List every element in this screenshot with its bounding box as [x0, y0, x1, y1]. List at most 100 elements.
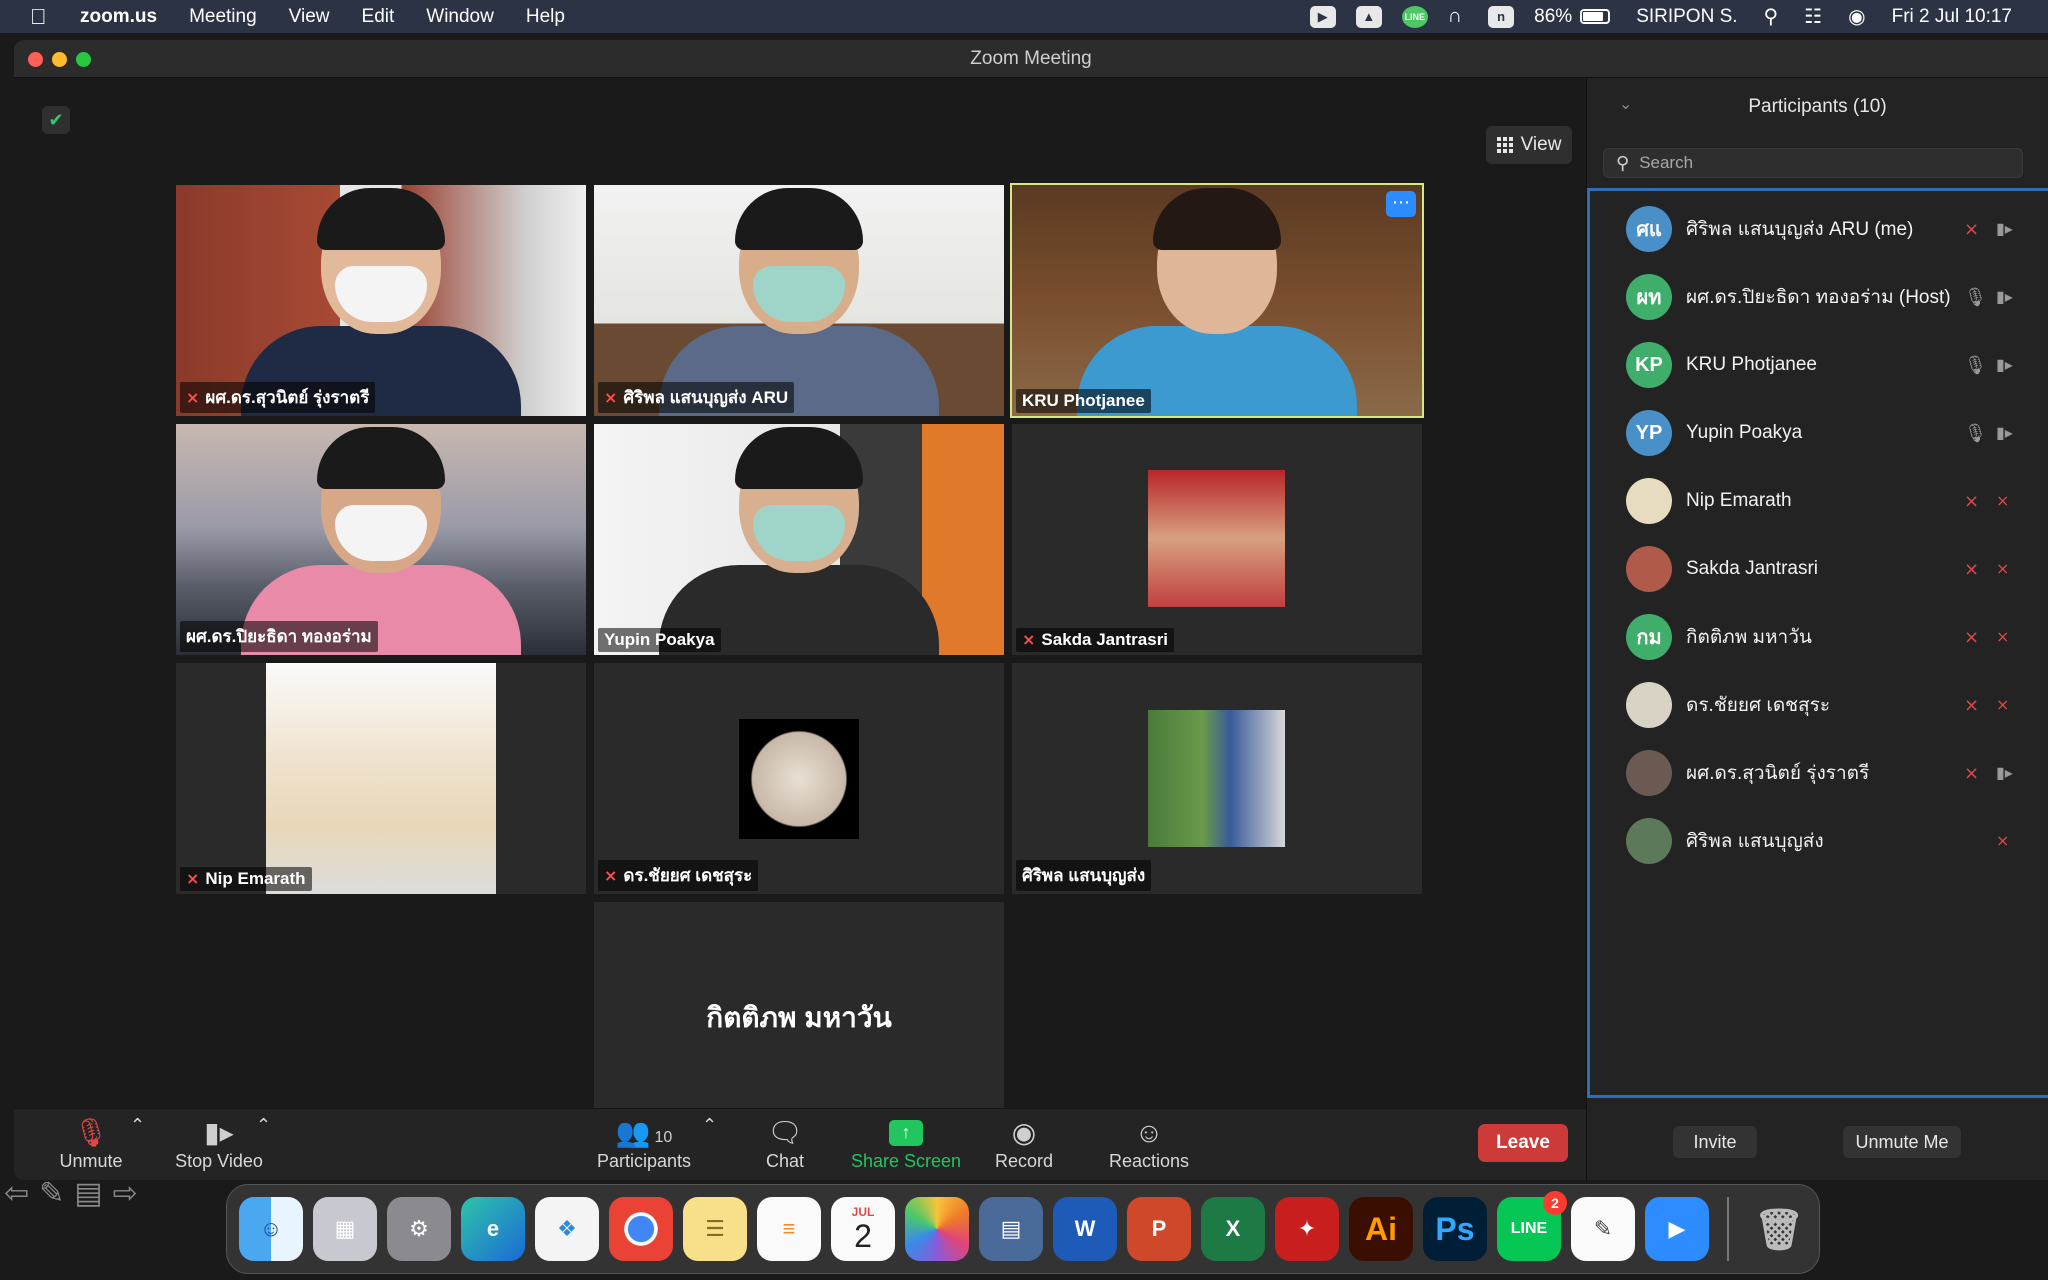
battery-icon[interactable] — [1580, 9, 1611, 24]
search-input[interactable] — [1639, 153, 2000, 173]
video-tile[interactable]: ผศ.ดร.ปิยะธิดา ทองอร่าม — [176, 424, 586, 655]
menu-window[interactable]: Window — [426, 6, 494, 28]
menu-help[interactable]: Help — [526, 6, 565, 28]
video-off-icon[interactable]: ⨯ — [1996, 627, 2009, 647]
participant-row[interactable]: YP Yupin Poakya 🎙 ▮▸ — [1590, 399, 2048, 467]
video-tile[interactable]: ⨯ Nip Emarath — [176, 663, 586, 894]
video-tile[interactable]: ⨯ ดร.ชัยยศ เดชสุระ — [594, 663, 1004, 894]
line-icon[interactable]: LINE 2 — [1497, 1191, 1567, 1261]
excel-icon[interactable]: X — [1201, 1197, 1265, 1261]
chrome-icon[interactable] — [609, 1197, 673, 1261]
mic-icon[interactable]: 🎙 — [1964, 423, 1987, 444]
menu-meeting[interactable]: Meeting — [189, 6, 257, 28]
encryption-shield-icon[interactable]: ✔ — [42, 106, 70, 134]
siri-icon[interactable]: ◉ — [1848, 4, 1865, 29]
participant-row[interactable]: ศแ ศิริพล แสนบุญส่ง ARU (me) ⨯ ▮▸ — [1590, 195, 2048, 263]
unmute-button[interactable]: 🎙 Unmute — [46, 1115, 136, 1177]
mic-muted-icon[interactable]: ⨯ — [1964, 763, 1979, 784]
participant-row[interactable]: ผท ผศ.ดร.ปิยะธิดา ทองอร่าม (Host) 🎙 ▮▸ — [1590, 263, 2048, 331]
participant-row[interactable]: กม กิตติภพ มหาวัน ⨯ ⨯ — [1590, 603, 2048, 671]
mic-muted-icon[interactable]: ⨯ — [1964, 695, 1979, 716]
video-off-icon[interactable]: ⨯ — [1996, 695, 2009, 715]
video-tile[interactable]: กิตติภพ มหาวัน ⨯ — [594, 902, 1004, 1133]
photoshop-icon[interactable]: Ps — [1423, 1197, 1487, 1261]
participant-row[interactable]: KP KRU Photjanee 🎙 ▮▸ — [1590, 331, 2048, 399]
finder-icon[interactable]: ☺ — [239, 1197, 303, 1261]
participants-button[interactable]: 👥 10 Participants — [582, 1115, 706, 1177]
edge-icon[interactable]: e — [461, 1197, 525, 1261]
launchpad-icon[interactable]: ▦ — [313, 1197, 377, 1261]
video-off-icon[interactable]: ⨯ — [1996, 831, 2009, 851]
unmute-me-button[interactable]: Unmute Me — [1843, 1126, 1961, 1158]
acrobat-icon[interactable]: ✦ — [1275, 1197, 1339, 1261]
control-center-icon[interactable]: ☷ — [1804, 4, 1822, 29]
share-screen-button[interactable]: ↑ Share Screen — [844, 1115, 968, 1177]
photos-icon[interactable] — [905, 1197, 969, 1261]
safari-icon[interactable]: ❖ — [535, 1197, 599, 1261]
mic-muted-icon[interactable]: ⨯ — [1964, 219, 1979, 240]
menu-app-name[interactable]: zoom.us — [80, 6, 157, 28]
text-box-icon[interactable]: ▤ — [74, 1176, 102, 1216]
video-tile[interactable]: ⨯ ศิริพล แสนบุญส่ง ARU — [594, 185, 1004, 416]
participant-search[interactable]: ⚲ — [1603, 148, 2023, 178]
tile-name: ศิริพล แสนบุญส่ง ARU — [623, 388, 789, 407]
participant-row[interactable]: Sakda Jantrasri ⨯ ⨯ — [1590, 535, 2048, 603]
participants-options-caret-icon[interactable]: ⌃ — [702, 1115, 717, 1177]
arrow-right-icon[interactable]: ⇨ — [113, 1176, 138, 1216]
menu-view[interactable]: View — [289, 6, 330, 28]
view-button[interactable]: View — [1486, 126, 1572, 164]
video-camera-icon[interactable]: ▮▸ — [1996, 287, 2013, 307]
screen-share-icon[interactable]: ▤ — [979, 1197, 1043, 1261]
mic-muted-icon[interactable]: ⨯ — [1964, 627, 1979, 648]
calendar-icon[interactable]: JUL 2 — [831, 1197, 895, 1261]
video-off-icon[interactable]: ⨯ — [1996, 559, 2009, 579]
video-camera-icon[interactable]: ▮▸ — [1996, 355, 2013, 375]
trash-icon[interactable]: 🗑 — [1747, 1197, 1811, 1261]
video-off-icon[interactable]: ⨯ — [1996, 491, 2009, 511]
leave-button[interactable]: Leave — [1478, 1124, 1568, 1162]
participant-row[interactable]: ศิริพล แสนบุญส่ง ⨯ — [1590, 807, 2048, 875]
mic-muted-icon[interactable]: ⨯ — [1964, 559, 1979, 580]
more-options-button[interactable]: ⋯ — [1386, 191, 1416, 217]
reactions-button[interactable]: ☺ Reactions — [1104, 1115, 1194, 1177]
video-camera-icon[interactable]: ▮▸ — [1996, 763, 2013, 783]
video-tile[interactable]: ⨯ Sakda Jantrasri — [1012, 424, 1422, 655]
system-preferences-icon[interactable]: ⚙ — [387, 1197, 451, 1261]
illustrator-icon[interactable]: Ai — [1349, 1197, 1413, 1261]
arrow-left-icon[interactable]: ⇦ — [4, 1176, 29, 1216]
textedit-icon[interactable]: ✎ — [1571, 1197, 1635, 1261]
invite-button[interactable]: Invite — [1673, 1126, 1757, 1158]
video-tile[interactable]: Yupin Poakya — [594, 424, 1004, 655]
participant-row[interactable]: Nip Emarath ⨯ ⨯ — [1590, 467, 2048, 535]
menu-clock[interactable]: Fri 2 Jul 10:17 — [1892, 6, 2012, 28]
mic-icon[interactable]: 🎙 — [1964, 287, 1987, 308]
line-tray-icon[interactable]: LINE — [1401, 5, 1428, 28]
powerpoint-icon[interactable]: P — [1127, 1197, 1191, 1261]
video-options-caret-icon[interactable]: ⌃ — [256, 1115, 271, 1177]
user-name[interactable]: SIRIPON S. — [1636, 6, 1737, 28]
record-button[interactable]: ◉ Record — [988, 1115, 1060, 1177]
drive-tray-icon[interactable]: ▲ — [1355, 5, 1382, 28]
mic-muted-icon[interactable]: ⨯ — [1964, 491, 1979, 512]
apple-icon[interactable]:  — [30, 4, 52, 30]
video-tile[interactable]: ศิริพล แสนบุญส่ง — [1012, 663, 1422, 894]
chat-button[interactable]: 🗨 Chat — [750, 1115, 820, 1177]
video-camera-icon[interactable]: ▮▸ — [1996, 219, 2013, 239]
audio-options-caret-icon[interactable]: ⌃ — [130, 1115, 145, 1177]
spotlight-search-icon[interactable]: ⚲ — [1764, 4, 1779, 29]
participant-row[interactable]: ดร.ชัยยศ เดชสุระ ⨯ ⨯ — [1590, 671, 2048, 739]
mic-icon[interactable]: 🎙 — [1964, 355, 1987, 376]
zoom-tray-icon[interactable]: ▶ — [1309, 5, 1336, 28]
video-camera-icon[interactable]: ▮▸ — [1996, 423, 2013, 443]
reminders-icon[interactable]: ≡ — [757, 1197, 821, 1261]
menu-edit[interactable]: Edit — [362, 6, 395, 28]
zoom-icon[interactable]: ▶ — [1645, 1197, 1709, 1261]
video-tile[interactable]: ⨯ ผศ.ดร.สุวนิตย์ รุ่งราตรี — [176, 185, 586, 416]
notes-icon[interactable]: ☰ — [683, 1197, 747, 1261]
pencil-icon[interactable]: ✎ — [39, 1176, 64, 1216]
video-tile-active-speaker[interactable]: ⋯ KRU Photjanee — [1010, 183, 1424, 418]
notion-icon[interactable]: n — [1488, 5, 1515, 28]
participant-row[interactable]: ผศ.ดร.สุวนิตย์ รุ่งราตรี ⨯ ▮▸ — [1590, 739, 2048, 807]
airpods-icon[interactable]: ∩ — [1448, 5, 1462, 28]
word-icon[interactable]: W — [1053, 1197, 1117, 1261]
